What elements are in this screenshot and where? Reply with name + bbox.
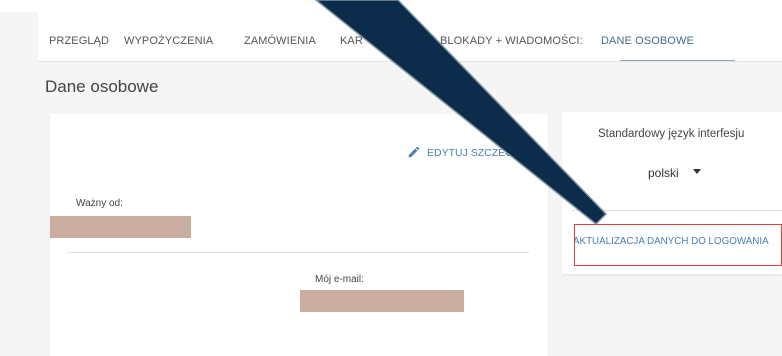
settings-card: Standardowy język interfesju polski AKTU… (562, 112, 782, 274)
update-login-data-link[interactable]: AKTUALIZACJA DANYCH DO LOGOWANIA (574, 224, 782, 266)
pencil-icon (407, 145, 421, 162)
tab-fines[interactable]: KAR (340, 12, 363, 62)
settings-divider (572, 210, 782, 211)
tab-orders[interactable]: ZAMÓWIENIA (244, 12, 316, 62)
valid-from-label: Ważny od: (76, 198, 123, 209)
redacted-valid-from-value (50, 216, 191, 238)
page-background: PRZEGLĄD WYPOŻYCZENIA ZAMÓWIENIA KAR BLO… (0, 0, 782, 356)
tabs-divider (38, 61, 782, 62)
language-select[interactable]: polski (648, 166, 701, 180)
email-label: Mój e-mail: (315, 274, 364, 285)
personal-data-card: EDYTUJ SZCZEGÓ Ważny od: Mój e-mail: (50, 114, 548, 356)
tab-overview[interactable]: PRZEGLĄD (49, 12, 109, 62)
top-strip (0, 0, 782, 12)
page-title: Dane osobowe (45, 77, 159, 96)
language-value: polski (648, 166, 679, 180)
tab-blocks-messages[interactable]: BLOKADY + WIADOMOŚCI: (440, 12, 583, 62)
interface-language-label: Standardowy język interfesju (598, 128, 745, 140)
edit-details-label: EDYTUJ SZCZEGÓ (427, 147, 522, 159)
tab-loans[interactable]: WYPOŻYCZENIA (124, 12, 213, 62)
card-divider (67, 252, 529, 253)
tab-personal-data[interactable]: DANE OSOBOWE (601, 12, 694, 62)
redacted-email-value (300, 290, 464, 312)
account-tabs: PRZEGLĄD WYPOŻYCZENIA ZAMÓWIENIA KAR BLO… (38, 12, 782, 62)
caret-down-icon (692, 168, 701, 174)
edit-details-link[interactable]: EDYTUJ SZCZEGÓ (407, 145, 522, 161)
